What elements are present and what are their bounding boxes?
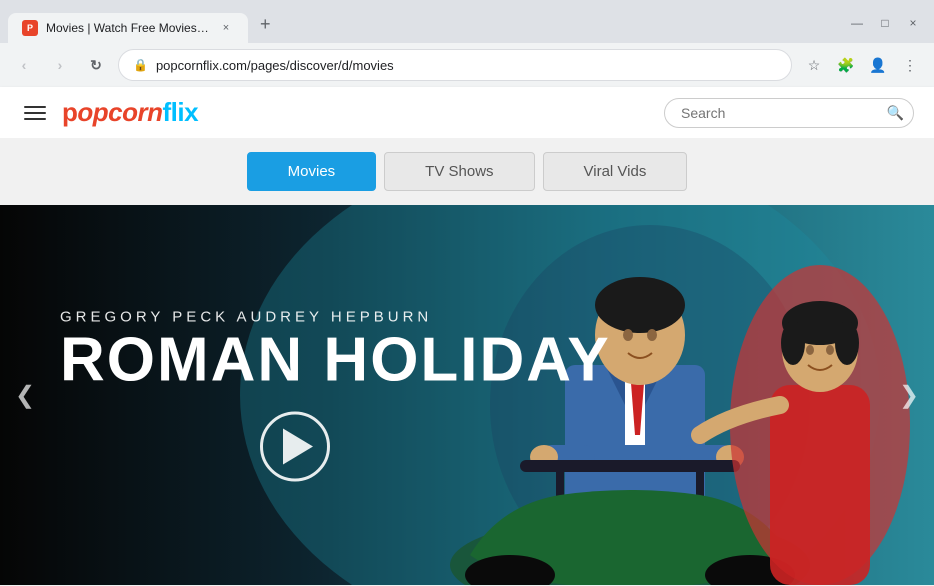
address-bar-row: ‹ › ↻ 🔒 popcornflix.com/pages/discover/d… bbox=[0, 43, 934, 87]
search-icon[interactable]: 🔍 bbox=[887, 104, 904, 121]
address-bar[interactable]: 🔒 popcornflix.com/pages/discover/d/movie… bbox=[118, 49, 792, 81]
search-bar-wrapper: 🔍 bbox=[664, 98, 914, 128]
bookmark-button[interactable]: ☆ bbox=[800, 51, 828, 79]
extensions-button[interactable]: 🧩 bbox=[832, 51, 860, 79]
browser-menu-button[interactable]: ⋮ bbox=[896, 51, 924, 79]
hamburger-menu[interactable] bbox=[20, 102, 50, 124]
logo-flix: flix bbox=[163, 97, 199, 128]
maximize-button[interactable]: □ bbox=[872, 10, 898, 36]
new-tab-button[interactable]: + bbox=[252, 6, 279, 43]
play-icon bbox=[283, 429, 313, 465]
window-controls: — □ × bbox=[844, 10, 926, 40]
play-button[interactable] bbox=[260, 412, 330, 482]
hero-text: GREGORY PECK AUDREY HEPBURN ROMAN HOLIDA… bbox=[60, 309, 611, 482]
profile-button[interactable]: 👤 bbox=[864, 51, 892, 79]
back-button[interactable]: ‹ bbox=[10, 51, 38, 79]
tab-movies[interactable]: Movies bbox=[247, 152, 377, 191]
tab-viral-vids[interactable]: Viral Vids bbox=[543, 152, 688, 191]
active-tab[interactable]: P Movies | Watch Free Movies & T... × bbox=[8, 13, 248, 43]
tab-title: Movies | Watch Free Movies & T... bbox=[46, 21, 210, 35]
tab-tv-shows[interactable]: TV Shows bbox=[384, 152, 534, 191]
logo-p: p bbox=[62, 97, 77, 128]
site-wrapper: popcornflix 🔍 Movies TV Shows Viral Vids bbox=[0, 87, 934, 585]
address-text: popcornflix.com/pages/discover/d/movies bbox=[156, 58, 777, 73]
hero-banner: GREGORY PECK AUDREY HEPBURN ROMAN HOLIDA… bbox=[0, 205, 934, 585]
hero-title: ROMAN HOLIDAY bbox=[60, 330, 611, 392]
minimize-button[interactable]: — bbox=[844, 10, 870, 36]
hero-next-button[interactable]: ❯ bbox=[894, 380, 924, 410]
search-input[interactable] bbox=[664, 98, 914, 128]
tab-strip: P Movies | Watch Free Movies & T... × + bbox=[8, 6, 279, 43]
hero-prev-button[interactable]: ❮ bbox=[10, 380, 40, 410]
tab-favicon: P bbox=[22, 20, 38, 36]
close-button[interactable]: × bbox=[900, 10, 926, 36]
browser-chrome: P Movies | Watch Free Movies & T... × + … bbox=[0, 0, 934, 87]
title-bar: P Movies | Watch Free Movies & T... × + … bbox=[0, 0, 934, 43]
lock-icon: 🔒 bbox=[133, 58, 148, 72]
site-logo: popcornflix bbox=[62, 97, 198, 128]
tab-close-button[interactable]: × bbox=[218, 20, 234, 36]
toolbar-icons: ☆ 🧩 👤 ⋮ bbox=[800, 51, 924, 79]
site-nav: popcornflix 🔍 bbox=[0, 87, 934, 138]
site-tabs: Movies TV Shows Viral Vids bbox=[0, 138, 934, 205]
hero-subtitle: GREGORY PECK AUDREY HEPBURN bbox=[60, 309, 611, 326]
refresh-button[interactable]: ↻ bbox=[82, 51, 110, 79]
forward-button[interactable]: › bbox=[46, 51, 74, 79]
logo-text: opcorn bbox=[77, 97, 162, 128]
